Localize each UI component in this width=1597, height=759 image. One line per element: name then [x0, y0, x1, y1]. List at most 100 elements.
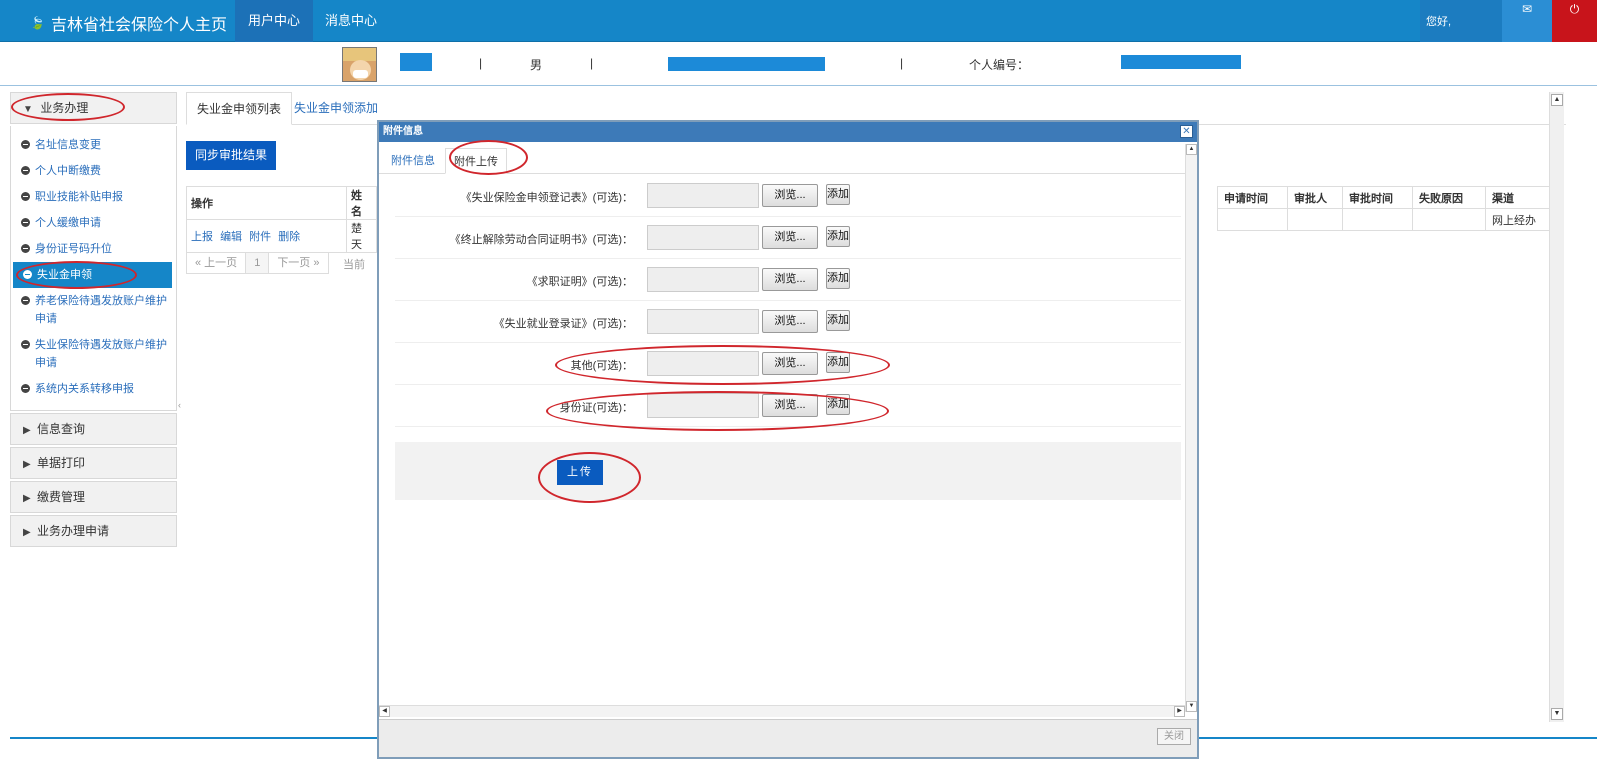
file-path-field[interactable] [647, 309, 759, 334]
gender-text: 男 [530, 58, 543, 72]
upload-row: 《失业就业登录证》(可选)： 浏览... 添加 [395, 301, 1181, 343]
user-info-bar: | 男 | | 个人编号： [0, 42, 1597, 86]
delete-link[interactable]: 删除 [278, 231, 300, 243]
dialog-title-bar[interactable]: 附件信息 ✕ [379, 122, 1197, 142]
sidebar-section-business[interactable]: ▼ 业务办理 [10, 92, 177, 124]
scroll-down-icon[interactable]: ▼ [1186, 701, 1197, 712]
upload-row-label: 其他(可选)： [570, 360, 633, 372]
column-header: 审批人 [1287, 186, 1343, 209]
browse-button[interactable]: 浏览... [762, 394, 818, 417]
sidebar-item-interrupt-payment[interactable]: 个人中断缴费 [11, 158, 176, 184]
top-nav-bar: 🍃 吉林省社会保险个人主页 用户中心 消息中心 您好, ✉ ⏻ [0, 0, 1597, 42]
sidebar-item-transfer[interactable]: 系统内关系转移申报 [11, 376, 176, 402]
sidebar-item-address-change[interactable]: 名址信息变更 [11, 132, 176, 158]
upload-row-label: 《失业就业登录证》(可选)： [493, 318, 633, 330]
minus-circle-icon [21, 192, 30, 201]
scroll-up-icon[interactable]: ▲ [1551, 94, 1563, 106]
sidebar-item-deferred-payment[interactable]: 个人缓缴申请 [11, 210, 176, 236]
greeting-text: 您好, [1420, 0, 1503, 42]
prev-page-button[interactable]: « 上一页 [186, 252, 247, 274]
attachment-link[interactable]: 附件 [249, 231, 271, 243]
browse-button[interactable]: 浏览... [762, 310, 818, 333]
sidebar-section-print[interactable]: ▶ 单据打印 [10, 447, 177, 479]
upload-row: 《失业保险金申领登记表》(可选)： 浏览... 添加 [395, 175, 1181, 217]
chevron-right-icon: ▶ [23, 459, 31, 470]
chevron-right-icon: ▶ [23, 527, 31, 538]
add-button[interactable]: 添加 [826, 394, 850, 415]
brand[interactable]: 🍃 吉林省社会保险个人主页 [30, 11, 227, 35]
separator: | [900, 56, 904, 70]
minus-circle-icon [23, 270, 32, 279]
close-icon[interactable]: ✕ [1180, 125, 1193, 138]
sidebar-item-unemployment-account[interactable]: 失业保险待遇发放账户维护申请 [11, 332, 176, 376]
file-path-field[interactable] [647, 267, 759, 292]
column-header: 操作 [186, 186, 347, 220]
tab-attachment-info[interactable]: 附件信息 [383, 148, 443, 174]
tab-claim-add[interactable]: 失业金申领添加 [284, 92, 388, 125]
scroll-up-icon[interactable]: ▲ [1186, 144, 1197, 155]
column-header: 失败原因 [1412, 186, 1486, 209]
sidebar-section-application[interactable]: ▶ 业务办理申请 [10, 515, 177, 547]
scroll-left-icon[interactable]: ◀ [379, 706, 390, 717]
mail-icon[interactable]: ✉ [1502, 0, 1552, 42]
scroll-down-icon[interactable]: ▼ [1551, 708, 1563, 720]
edit-link[interactable]: 编辑 [220, 231, 242, 243]
add-button[interactable]: 添加 [826, 226, 850, 247]
next-page-button[interactable]: 下一页 » [268, 252, 329, 274]
sidebar-section-label: 业务办理 [40, 101, 89, 115]
sidebar-section-info-query[interactable]: ▶ 信息查询 [10, 413, 177, 445]
separator: | [590, 56, 594, 70]
report-link[interactable]: 上报 [191, 231, 213, 243]
sidebar-item-skill-subsidy[interactable]: 职业技能补贴申报 [11, 184, 176, 210]
claims-table: 操作 姓名 上报 编辑 附件 删除 楚天 [186, 186, 377, 253]
page-scrollbar[interactable]: ▲ ▼ [1549, 92, 1564, 722]
tab-message-center[interactable]: 消息中心 [312, 0, 390, 42]
pagination: « 上一页 1 下一页 » [186, 252, 329, 274]
tab-attachment-upload[interactable]: 附件上传 [445, 148, 507, 174]
file-path-field[interactable] [647, 351, 759, 376]
scroll-right-icon[interactable]: ▶ [1174, 706, 1185, 717]
tab-user-center[interactable]: 用户中心 [235, 0, 314, 42]
redacted-id-number [668, 57, 825, 71]
dialog-horizontal-scrollbar[interactable]: ◀ ▶ [379, 705, 1185, 717]
dialog-footer: 关闭 [379, 719, 1197, 757]
attachment-dialog: 附件信息 ✕ 附件信息 附件上传 《失业保险金申领登记表》(可选)： 浏览...… [377, 120, 1199, 759]
minus-circle-icon [21, 166, 30, 175]
close-button[interactable]: 关闭 [1157, 728, 1191, 745]
minus-circle-icon [21, 384, 30, 393]
sidebar-item-id-upgrade[interactable]: 身份证号码升位 [11, 236, 176, 262]
dialog-tabs: 附件信息 附件上传 [379, 144, 1185, 174]
file-path-field[interactable] [647, 183, 759, 208]
upload-button[interactable]: 上传 [557, 460, 603, 485]
file-path-field[interactable] [647, 393, 759, 418]
dialog-vertical-scrollbar[interactable]: ▲ ▼ [1185, 144, 1197, 712]
minus-circle-icon [21, 218, 30, 227]
leaf-logo-icon: 🍃 [30, 16, 45, 30]
browse-button[interactable]: 浏览... [762, 268, 818, 291]
splitter-handle[interactable]: ‹ [178, 400, 181, 410]
logout-power-icon[interactable]: ⏻ [1552, 0, 1597, 42]
separator: | [479, 56, 483, 70]
tab-claim-list[interactable]: 失业金申领列表 [186, 92, 293, 125]
sidebar-item-unemployment-claim[interactable]: 失业金申领 [13, 262, 172, 288]
browse-button[interactable]: 浏览... [762, 184, 818, 207]
upload-row-label: 《求职证明》(可选)： [526, 276, 633, 288]
minus-circle-icon [21, 244, 30, 253]
dialog-title: 附件信息 [383, 126, 423, 137]
file-path-field[interactable] [647, 225, 759, 250]
page-number[interactable]: 1 [245, 252, 270, 274]
add-button[interactable]: 添加 [826, 268, 850, 289]
browse-button[interactable]: 浏览... [762, 352, 818, 375]
browse-button[interactable]: 浏览... [762, 226, 818, 249]
sync-approval-button[interactable]: 同步审批结果 [186, 141, 276, 170]
upload-row: 其他(可选)： 浏览... 添加 [395, 343, 1181, 385]
name-cell: 楚天 [346, 219, 377, 253]
sidebar-item-pension-account[interactable]: 养老保险待遇发放账户维护申请 [11, 288, 176, 332]
add-button[interactable]: 添加 [826, 352, 850, 373]
minus-circle-icon [21, 140, 30, 149]
sidebar-section-payment[interactable]: ▶ 缴费管理 [10, 481, 177, 513]
personal-id-label: 个人编号： [969, 58, 1030, 72]
add-button[interactable]: 添加 [826, 184, 850, 205]
table-row: 上报 编辑 附件 删除 楚天 [186, 219, 377, 253]
add-button[interactable]: 添加 [826, 310, 850, 331]
